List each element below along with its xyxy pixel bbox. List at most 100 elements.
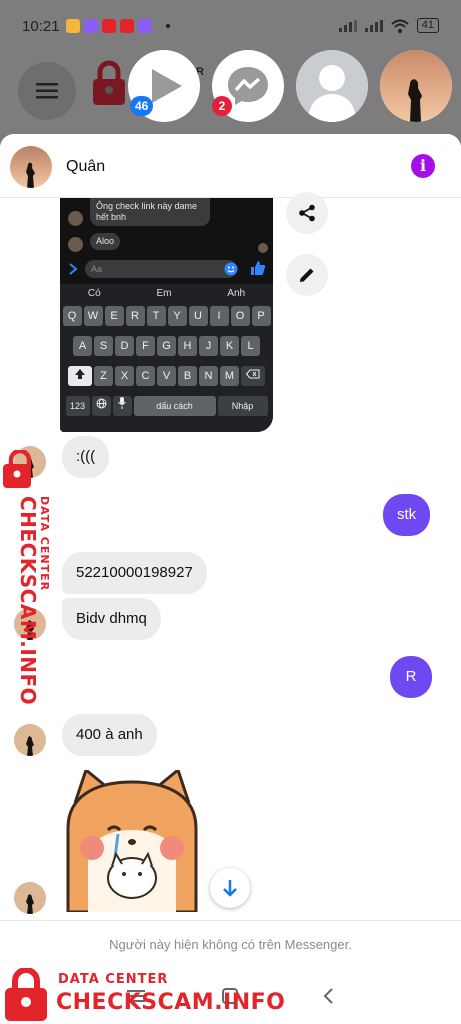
key: Q: [62, 306, 82, 326]
suggestion: Có: [87, 288, 101, 299]
globe-key: [91, 396, 111, 416]
numbers-key: 123: [65, 396, 90, 416]
key: M: [220, 366, 239, 386]
key: H: [178, 336, 197, 356]
keyboard-row-4: 123 dấu cách Nhập: [60, 396, 273, 416]
more-notifications-dot: [166, 24, 170, 28]
keyboard-row-2: A S D F G H J K L: [60, 336, 273, 356]
hamburger-icon: [36, 83, 58, 99]
shared-screenshot-image[interactable]: Ông check link này dame hết bnh Aloo Aa …: [60, 198, 273, 432]
back-button[interactable]: [316, 984, 340, 1008]
unavailable-notice: Người này hiện không có trên Messenger.: [0, 920, 461, 968]
key: A: [73, 336, 92, 356]
screenshot-message: Ông check link này dame hết bnh: [90, 198, 210, 226]
key: K: [220, 336, 239, 356]
key: U: [188, 306, 208, 326]
key: E: [104, 306, 124, 326]
screenshot-seen-avatar: [258, 243, 268, 253]
contact-name[interactable]: Quân: [66, 158, 105, 176]
crying-dog-sticker[interactable]: [62, 770, 202, 912]
watermark-big-text: CHECKSCAM.INFO: [56, 990, 286, 1015]
globe-icon: [96, 398, 106, 409]
status-indicators: 41: [338, 18, 439, 33]
signal-icon-2: [364, 19, 383, 32]
video-unread-badge: 46: [130, 96, 154, 116]
notes-app-icon: [66, 19, 80, 33]
lock-icon: [93, 60, 125, 105]
suggestion: Em: [156, 288, 172, 299]
backspace-key: [241, 366, 265, 386]
share-icon: [299, 204, 315, 222]
message-bubble[interactable]: 52210000198927: [62, 552, 207, 594]
wifi-icon: [391, 19, 409, 33]
key: V: [157, 366, 176, 386]
info-button[interactable]: i: [411, 154, 435, 178]
chat-header: Quân i: [0, 134, 461, 198]
contact-avatar[interactable]: [10, 146, 52, 188]
signal-icon: [338, 19, 357, 32]
watermark-lock-icon: [5, 968, 47, 1021]
message-bubble[interactable]: 400 à anh: [62, 714, 157, 756]
menu-button[interactable]: [18, 62, 76, 120]
message-bubble[interactable]: Bidv dhmq: [62, 598, 161, 640]
messenger-app-icon-2: [138, 19, 152, 33]
sunset-avatar-icon: [14, 724, 46, 756]
status-bar: 10:21 41: [0, 0, 461, 48]
key: Z: [94, 366, 113, 386]
share-button[interactable]: [286, 192, 328, 234]
pencil-icon: [300, 268, 314, 282]
like-icon: [251, 261, 266, 275]
vivaldi-app-icon: [102, 19, 116, 33]
messenger-unread-badge: 2: [212, 96, 232, 116]
key: S: [94, 336, 113, 356]
screenshot-input-placeholder: Aa: [91, 264, 103, 274]
chevron-right-icon: [69, 263, 78, 275]
chat-window: Quân i Ông check link này dame hết bnh A…: [0, 134, 461, 968]
battery-indicator: 41: [416, 18, 439, 33]
mic-key: [112, 396, 132, 416]
key: F: [136, 336, 155, 356]
watermark-bottom: DATA CENTER CHECKSCAM.INFO: [0, 966, 300, 1024]
status-time: 10:21: [22, 18, 60, 35]
screenshot-input: Aa: [85, 260, 237, 278]
keyboard-row-1: Q W E R T Y U I O P: [60, 306, 273, 326]
chat-head-unknown-user[interactable]: [296, 50, 368, 122]
game-app-icon: [120, 19, 134, 33]
key: D: [115, 336, 134, 356]
screenshot-keyboard: Có Em Anh Q W E R T Y U I O P A S D F G …: [60, 284, 273, 432]
message-avatar[interactable]: [14, 724, 46, 756]
message-bubble[interactable]: stk: [383, 494, 431, 536]
info-icon: i: [419, 156, 427, 175]
suggestion: Anh: [227, 288, 246, 299]
shift-icon: [75, 369, 85, 379]
key: L: [241, 336, 260, 356]
key: J: [199, 336, 218, 356]
key: B: [178, 366, 197, 386]
key: Y: [167, 306, 187, 326]
sunset-avatar-icon: [10, 146, 52, 188]
key: W: [83, 306, 103, 326]
space-key: dấu cách: [133, 396, 216, 416]
watermark-big-text: CHECKSCAM.INFO: [16, 496, 40, 706]
message-bubble[interactable]: R: [390, 656, 432, 698]
keyboard-suggestions: Có Em Anh: [60, 288, 273, 299]
backspace-icon: [245, 369, 260, 379]
watermark-vertical: DATA CENTER CHECKSCAM.INFO: [0, 450, 51, 705]
sunset-avatar-icon: [14, 882, 46, 914]
key: O: [230, 306, 250, 326]
watermark-lock-icon: [3, 450, 32, 488]
scroll-to-bottom-button[interactable]: [210, 868, 250, 908]
key: N: [199, 366, 218, 386]
message-bubble[interactable]: :(((: [62, 436, 110, 478]
key: G: [157, 336, 176, 356]
notification-icons: [66, 19, 170, 33]
microphone-icon: [118, 397, 126, 409]
edit-button[interactable]: [286, 254, 328, 296]
key: C: [136, 366, 155, 386]
message-avatar[interactable]: [14, 882, 46, 914]
key: P: [251, 306, 271, 326]
sunset-avatar-icon: [380, 50, 452, 122]
key: I: [209, 306, 229, 326]
screenshot-avatar: [68, 237, 83, 252]
chat-head-quan[interactable]: [380, 50, 452, 122]
